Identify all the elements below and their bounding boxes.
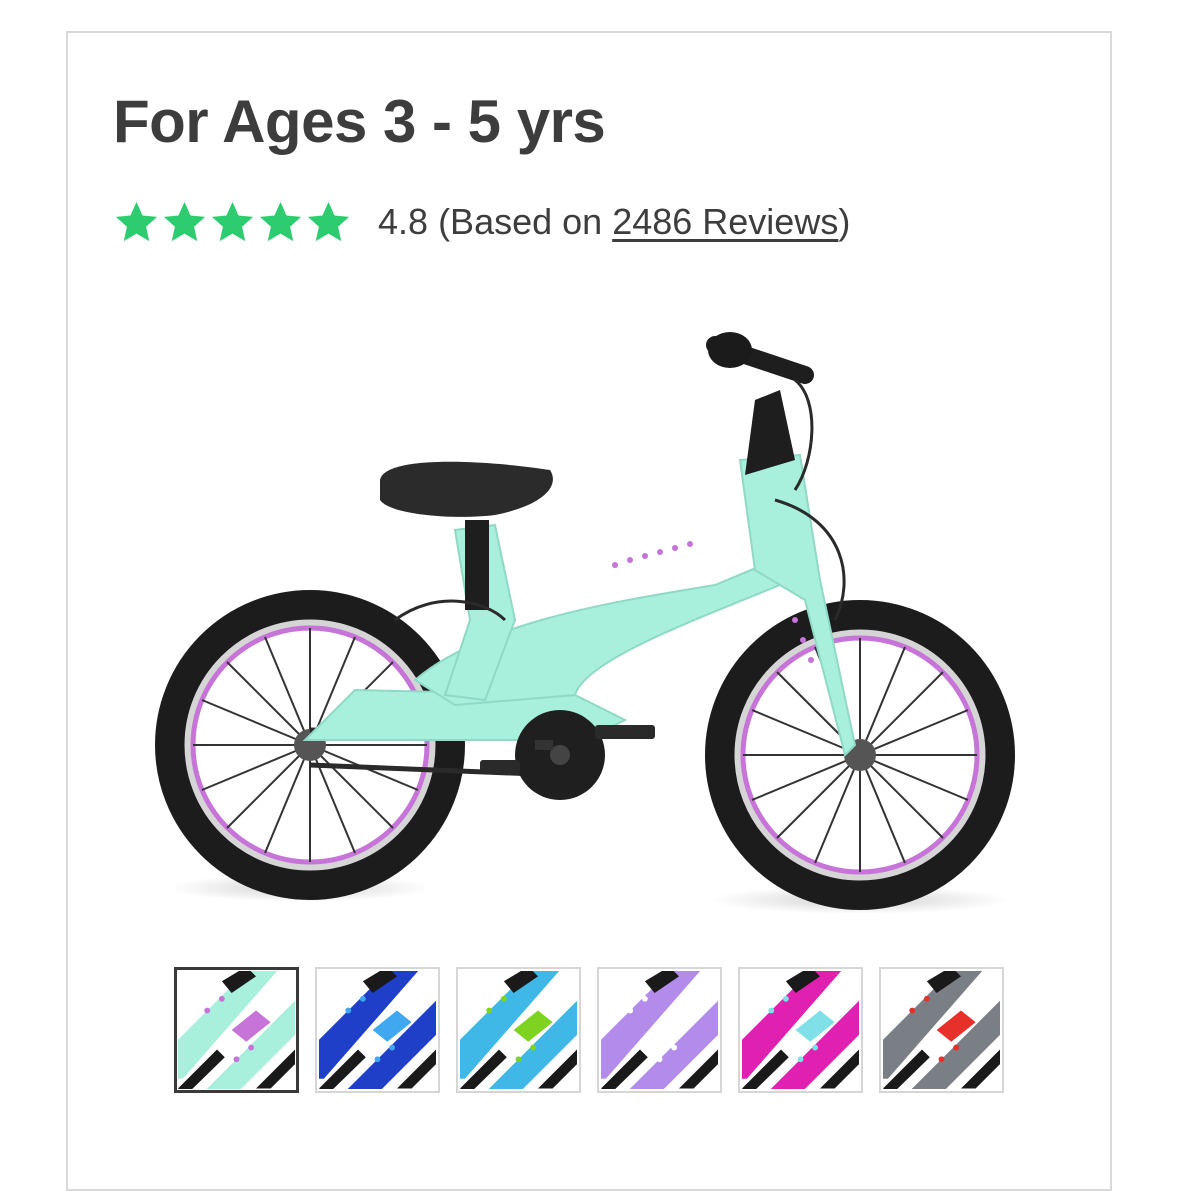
star-icon [211,201,254,241]
swatch-image [460,971,577,1089]
swatch-image [601,971,718,1089]
star-icon [163,201,206,241]
rating-value: 4.8 [378,201,429,242]
rating-row: 4.8 (Based on 2486 Reviews) [113,196,850,248]
rating-prefix: (Based on [438,201,613,242]
color-swatch-mint[interactable] [174,967,299,1093]
color-swatch-list [174,967,1004,1093]
color-swatch-green[interactable] [456,967,581,1093]
star-icon [115,201,158,241]
star-icon [307,201,350,241]
swatch-image [178,971,295,1089]
swatch-image [742,971,859,1089]
swatch-image [883,971,1000,1089]
bike-image [155,332,1015,914]
color-swatch-blue[interactable] [315,967,440,1093]
color-swatch-pink[interactable] [738,967,863,1093]
star-icon [259,201,302,241]
color-swatch-purple[interactable] [597,967,722,1093]
reviews-link[interactable]: 2486 Reviews [612,201,838,242]
rating-suffix: ) [838,201,851,242]
star-rating [113,199,352,246]
color-swatch-grey[interactable] [879,967,1004,1093]
page-title: For Ages 3 - 5 yrs [113,88,606,155]
front-wheel [705,600,1015,910]
swatch-image [319,971,436,1089]
rating-summary: 4.8 (Based on 2486 Reviews) [378,201,850,243]
rear-wheel [155,590,465,900]
